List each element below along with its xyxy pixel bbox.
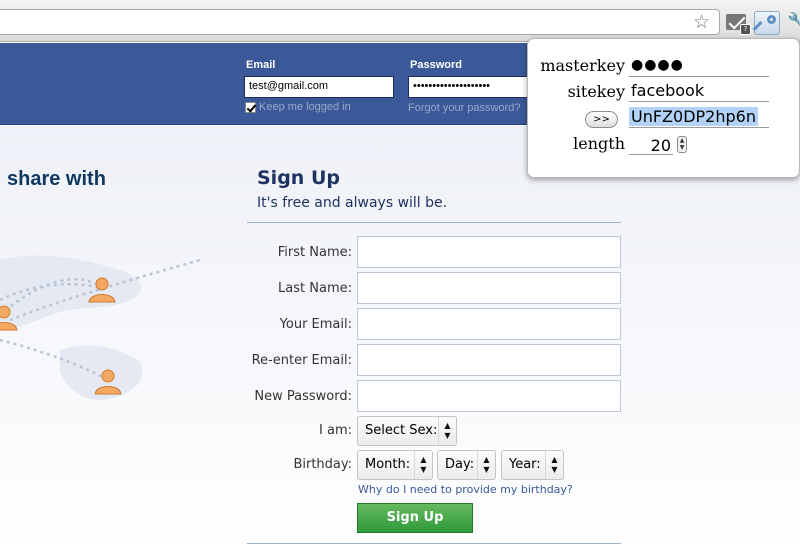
signup-title: Sign Up: [257, 167, 340, 189]
login-email-input[interactable]: test@gmail.com: [244, 76, 394, 98]
new-password-input[interactable]: [357, 380, 621, 412]
signup-subtitle: It's free and always will be.: [257, 195, 448, 211]
last-name-input[interactable]: [357, 272, 621, 304]
key-shaft-shape: [752, 20, 763, 31]
sitekey-input[interactable]: facebook: [629, 81, 769, 102]
birthday-selects: Month: ▲ ▼ Day: ▲ ▼ Year: ▲ ▼: [357, 450, 567, 480]
select-arrows-icon: ▲ ▼: [477, 451, 495, 479]
address-bar[interactable]: [0, 9, 720, 35]
birthday-label: Birthday:: [293, 457, 352, 472]
password-label: Password: [410, 59, 462, 71]
login-password-input[interactable]: ••••••••••••••••••••: [408, 76, 538, 98]
sitekey-label: sitekey: [567, 82, 625, 101]
world-map-illustration: [0, 255, 201, 400]
mail-badge: ?: [740, 24, 751, 35]
why-birthday-link[interactable]: Why do I need to provide my birthday?: [358, 483, 573, 496]
generated-password-text: UnFZ0DP2hp6n: [629, 107, 758, 126]
sex-select-value: Select Sex:: [365, 423, 438, 438]
your-email-input[interactable]: [357, 308, 621, 340]
sex-select[interactable]: Select Sex: ▲ ▼: [357, 416, 457, 446]
keep-logged-in-label: Keep me logged in: [259, 101, 351, 113]
browser-toolbar: ☆ ? 🔧: [0, 0, 800, 42]
mail-extension-icon[interactable]: ?: [726, 14, 751, 35]
your-email-label: Your Email:: [279, 317, 352, 332]
length-input[interactable]: 20: [629, 136, 673, 155]
tagline: share with: [7, 168, 106, 190]
day-select-value: Day:: [445, 457, 475, 472]
year-select-value: Year:: [509, 457, 541, 472]
password-generator-popup: masterkey ●●●● sitekey facebook >> UnFZ0…: [527, 38, 800, 178]
key-extension-icon[interactable]: [752, 11, 780, 35]
first-name-label: First Name:: [277, 245, 352, 260]
select-arrows-icon: ▲ ▼: [545, 451, 563, 479]
email-label: Email: [246, 59, 276, 71]
year-select[interactable]: Year: ▲ ▼: [501, 450, 564, 480]
star-icon[interactable]: ☆: [693, 12, 710, 32]
month-select-value: Month:: [365, 457, 411, 472]
forgot-password-link[interactable]: Forgot your password?: [408, 102, 521, 114]
masterkey-input[interactable]: ●●●●: [629, 56, 769, 77]
month-select[interactable]: Month: ▲ ▼: [357, 450, 433, 480]
masterkey-label: masterkey: [540, 56, 625, 75]
keep-logged-in-checkbox[interactable]: [245, 101, 256, 113]
generate-button[interactable]: >>: [585, 111, 618, 128]
i-am-label: I am:: [319, 423, 352, 438]
first-name-input[interactable]: [357, 236, 621, 268]
select-arrows-icon: ▲ ▼: [438, 417, 456, 445]
key-bow-shape: [767, 15, 776, 24]
generated-password-field[interactable]: UnFZ0DP2hp6n: [629, 107, 769, 128]
select-arrows-icon: ▲ ▼: [414, 451, 432, 479]
length-stepper[interactable]: ▲ ▼: [677, 136, 687, 153]
day-select[interactable]: Day: ▲ ▼: [437, 450, 496, 480]
keep-logged-in[interactable]: Keep me logged in: [245, 101, 351, 113]
signup-button[interactable]: Sign Up: [357, 503, 473, 533]
sex-select-wrap: Select Sex: ▲ ▼: [357, 416, 457, 446]
last-name-label: Last Name:: [278, 281, 352, 296]
signup-divider-top: [247, 222, 621, 223]
signup-divider-bottom: [247, 543, 621, 544]
new-password-label: New Password:: [254, 389, 352, 404]
wrench-icon[interactable]: 🔧: [787, 12, 800, 32]
length-label: length: [573, 134, 625, 153]
reenter-email-input[interactable]: [357, 344, 621, 376]
reenter-email-label: Re-enter Email:: [251, 353, 352, 368]
